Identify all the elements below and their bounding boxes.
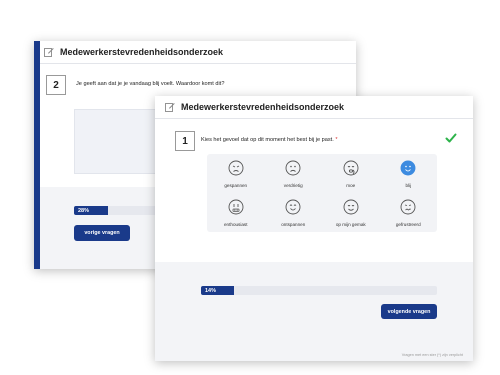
progress-label: 28% <box>78 207 90 214</box>
previous-questions-button[interactable]: vorige vragen <box>74 225 130 241</box>
tired-face-icon <box>343 160 359 181</box>
check-icon <box>445 133 457 143</box>
emotion-option-gespannen[interactable]: gespannen <box>207 154 265 193</box>
question-number: 2 <box>46 75 66 95</box>
progress-fill: 14% <box>201 286 235 295</box>
emotion-label: ontspannen <box>281 221 306 227</box>
emotion-option-enthousiast[interactable]: enthousiast <box>207 193 265 232</box>
emotion-option-ontspannen[interactable]: ontspannen <box>265 193 323 232</box>
survey-header: Medewerkerstevredenheidsonderzoek <box>44 47 223 57</box>
emotion-label: enthousiast <box>224 221 248 227</box>
emotion-label: op mijn gemak <box>335 221 366 227</box>
required-footnote: Vragen met een ster (*) zijn verplicht <box>401 353 463 357</box>
required-marker: * <box>335 137 338 143</box>
accent-strip <box>34 41 40 269</box>
edit-icon <box>165 103 175 112</box>
sad-face-icon <box>285 160 301 181</box>
progress-fill: 28% <box>74 206 108 215</box>
happy-face-icon <box>400 160 416 181</box>
tense-face-icon <box>228 160 244 181</box>
emotion-label: moe <box>346 182 356 188</box>
emotion-label: gespannen <box>224 182 248 188</box>
emotion-label: gefrustreerd <box>395 221 421 227</box>
emotion-option-moe[interactable]: moe <box>322 154 380 193</box>
progress-label: 14% <box>205 287 217 294</box>
emotion-label: verdrietig <box>283 182 303 188</box>
relaxed-face-icon <box>285 199 301 220</box>
header-divider <box>34 63 356 64</box>
survey-title: Medewerkerstevredenheidsonderzoek <box>181 102 345 112</box>
survey-card-front: Medewerkerstevredenheidsonderzoek 1 Kies… <box>155 96 473 361</box>
emotion-grid: gespannen verdrietig moe blij enthousiast ont… <box>207 154 437 232</box>
emotion-option-verdrietig[interactable]: verdrietig <box>265 154 323 193</box>
question-text: Je geeft aan dat je je vandaag blij voel… <box>76 81 225 87</box>
emotion-label: blij <box>405 182 412 188</box>
emotion-options-panel: gespannen verdrietig moe blij enthousiast ont… <box>207 154 437 232</box>
question-text: Kies het gevoel dat op dit moment het be… <box>201 137 338 143</box>
content-face-icon <box>343 199 359 220</box>
emotion-option-op-mijn-gemak[interactable]: op mijn gemak <box>322 193 380 232</box>
survey-header: Medewerkerstevredenheidsonderzoek <box>165 102 344 112</box>
question-label: Kies het gevoel dat op dit moment het be… <box>201 137 334 143</box>
excited-face-icon <box>228 199 244 220</box>
next-questions-button[interactable]: volgende vragen <box>381 304 437 319</box>
survey-title: Medewerkerstevredenheidsonderzoek <box>60 47 224 57</box>
edit-icon <box>44 48 54 57</box>
question-number: 1 <box>175 131 195 151</box>
emotion-option-gefrustreerd[interactable]: gefrustreerd <box>380 193 438 232</box>
progress-bar: 14% <box>201 286 437 295</box>
emotion-option-blij[interactable]: blij <box>380 154 438 193</box>
frustrated-face-icon <box>400 199 416 220</box>
header-divider <box>155 118 473 119</box>
